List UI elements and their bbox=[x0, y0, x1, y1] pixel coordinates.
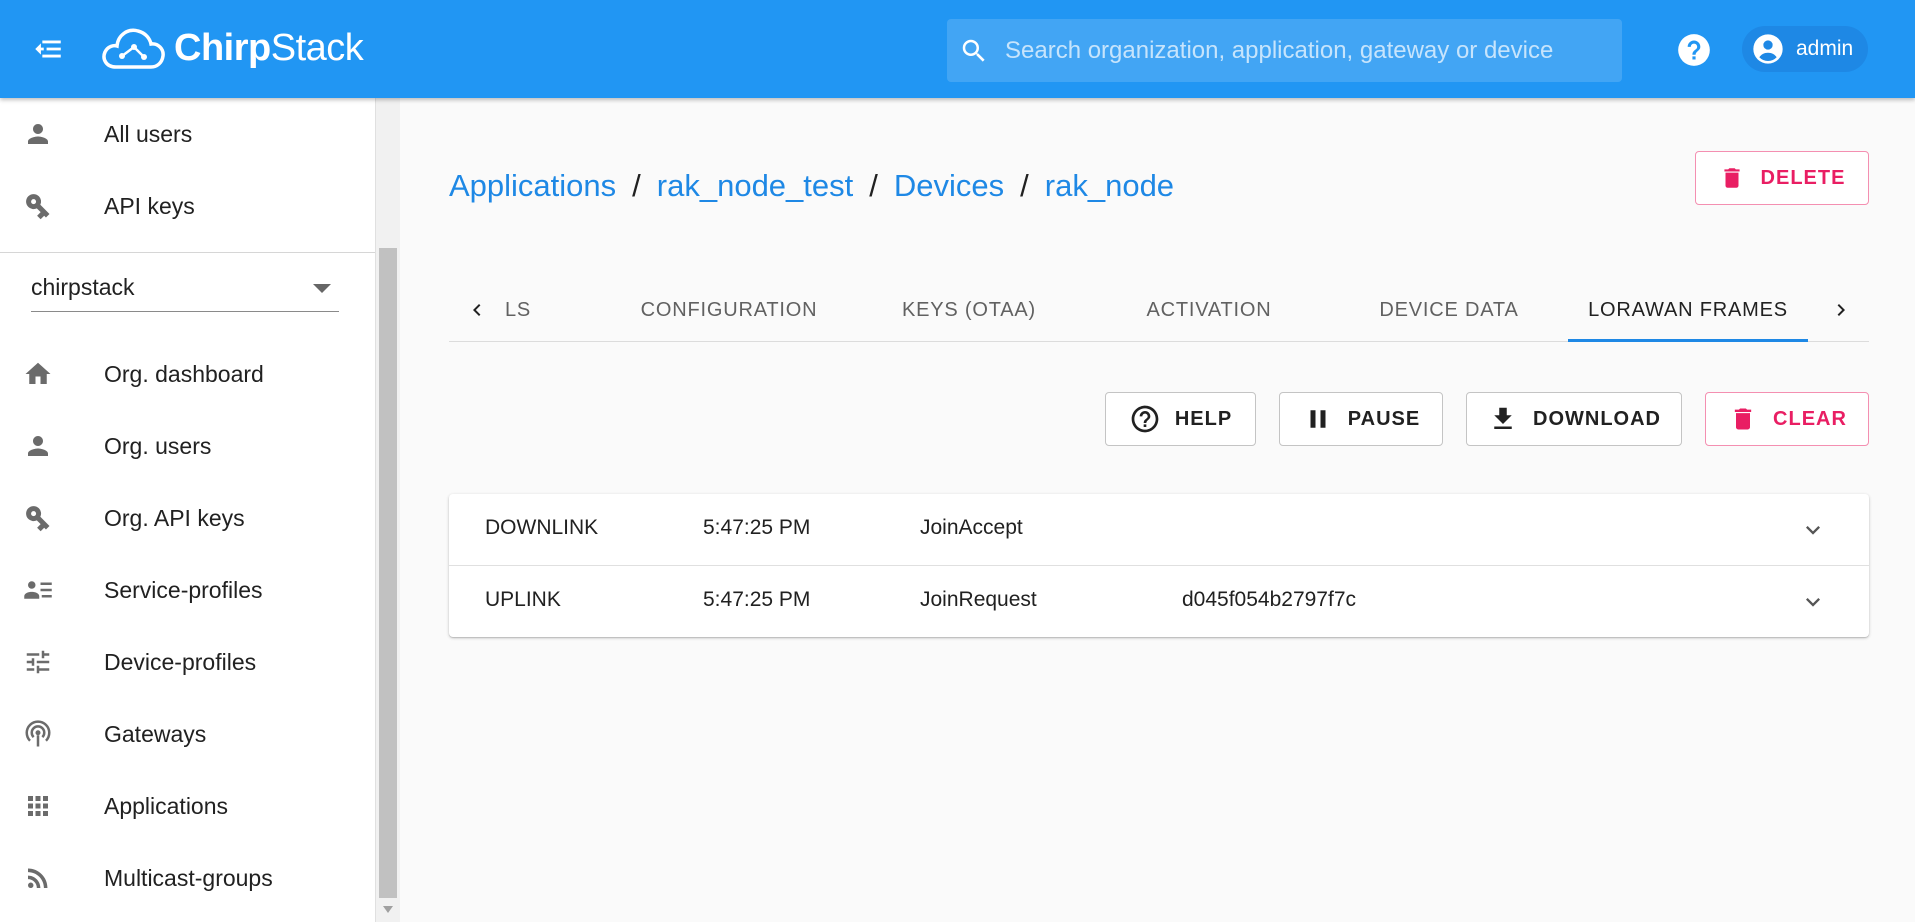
breadcrumb-separator: / bbox=[869, 168, 878, 203]
device-tabs: LS CONFIGURATION KEYS (OTAA) ACTIVATION … bbox=[449, 278, 1869, 342]
organization-select[interactable]: chirpstack bbox=[31, 266, 339, 312]
breadcrumb-device[interactable]: rak_node bbox=[1045, 168, 1174, 204]
expand-more-icon[interactable] bbox=[1797, 514, 1829, 546]
sidebar-item-label: API keys bbox=[104, 192, 195, 219]
sidebar-item-applications[interactable]: Applications bbox=[0, 770, 375, 842]
frame-row[interactable]: UPLINK 5:47:25 PM JoinRequest d045f054b2… bbox=[449, 565, 1869, 636]
breadcrumb: Applications / rak_node_test / Devices /… bbox=[449, 168, 1174, 204]
sidebar-item-label: Multicast-groups bbox=[104, 864, 273, 891]
clear-label: CLEAR bbox=[1773, 407, 1847, 430]
download-icon bbox=[1487, 403, 1519, 435]
sidebar-divider bbox=[0, 252, 375, 253]
search-icon bbox=[962, 39, 985, 62]
scroll-down-arrow-icon[interactable] bbox=[383, 906, 393, 913]
sidebar-item-org-api-keys[interactable]: Org. API keys bbox=[0, 482, 375, 554]
sidebar-item-org-dashboard[interactable]: Org. dashboard bbox=[0, 338, 375, 410]
breadcrumb-application[interactable]: rak_node_test bbox=[657, 168, 853, 204]
key-icon bbox=[22, 190, 54, 222]
sidebar-item-label: Org. API keys bbox=[104, 504, 245, 531]
search-input[interactable] bbox=[989, 19, 1622, 82]
frame-time: 5:47:25 PM bbox=[703, 516, 811, 539]
frame-direction: UPLINK bbox=[485, 588, 561, 611]
download-button[interactable]: DOWNLOAD bbox=[1466, 392, 1682, 446]
apps-icon bbox=[22, 790, 54, 822]
sidebar-scrollbar[interactable] bbox=[376, 98, 400, 922]
breadcrumb-separator: / bbox=[632, 168, 641, 203]
frame-time: 5:47:25 PM bbox=[703, 588, 811, 611]
tab-configuration[interactable]: CONFIGURATION bbox=[609, 278, 849, 342]
tab-keys-otaa[interactable]: KEYS (OTAA) bbox=[849, 278, 1089, 342]
breadcrumb-devices[interactable]: Devices bbox=[894, 168, 1004, 204]
active-tab-indicator bbox=[1568, 339, 1808, 342]
main-content: Applications / rak_node_test / Devices /… bbox=[400, 98, 1915, 922]
clear-button[interactable]: CLEAR bbox=[1705, 392, 1869, 446]
sidebar-item-label: Device-profiles bbox=[104, 648, 257, 675]
account-details-icon bbox=[22, 574, 54, 606]
sidebar-item-label: Org. users bbox=[104, 432, 212, 459]
breadcrumb-separator: / bbox=[1020, 168, 1029, 203]
chirpstack-logo[interactable]: ChirpStack bbox=[100, 20, 364, 76]
help-outline-icon bbox=[1129, 403, 1161, 435]
tabs-scroll-right-button[interactable] bbox=[1813, 278, 1869, 342]
key-icon bbox=[22, 502, 54, 534]
frame-type: JoinAccept bbox=[920, 516, 1023, 539]
account-circle-icon bbox=[1753, 34, 1783, 64]
sidebar-item-gateways[interactable]: Gateways bbox=[0, 698, 375, 770]
trash-icon bbox=[1723, 168, 1740, 188]
sidebar-item-label: Gateways bbox=[104, 720, 207, 747]
sidebar-item-label: All users bbox=[104, 120, 193, 147]
logo-text: ChirpStack bbox=[174, 26, 364, 69]
delete-button[interactable]: DELETE bbox=[1695, 151, 1869, 205]
delete-label: DELETE bbox=[1760, 166, 1846, 189]
chevron-left-icon bbox=[473, 304, 481, 316]
sidebar-item-label: Applications bbox=[104, 792, 229, 819]
tabs-scroll-left-button[interactable] bbox=[449, 278, 505, 342]
cloud-logo-icon bbox=[102, 28, 165, 69]
sidebar: All users API keys chirpstack Org. dashb… bbox=[0, 98, 376, 922]
frame-type: JoinRequest bbox=[920, 588, 1037, 611]
frame-direction: DOWNLINK bbox=[485, 516, 599, 539]
home-icon bbox=[22, 358, 54, 390]
chevron-right-icon bbox=[1837, 304, 1845, 316]
pause-icon bbox=[1302, 403, 1334, 435]
sidebar-item-label: Org. dashboard bbox=[104, 360, 264, 387]
tab-details[interactable]: LS bbox=[505, 278, 535, 342]
rss-icon bbox=[22, 862, 54, 894]
frame-row[interactable]: DOWNLINK 5:47:25 PM JoinAccept bbox=[449, 494, 1869, 565]
sidebar-item-device-profiles[interactable]: Device-profiles bbox=[0, 626, 375, 698]
username: admin bbox=[1796, 37, 1854, 60]
help-button[interactable]: HELP bbox=[1105, 392, 1256, 446]
breadcrumb-applications[interactable]: Applications bbox=[449, 168, 616, 204]
sidebar-item-multicast-groups[interactable]: Multicast-groups bbox=[0, 842, 375, 914]
top-app-bar: ChirpStack admin bbox=[0, 0, 1915, 98]
sidebar-item-service-profiles[interactable]: Service-profiles bbox=[0, 554, 375, 626]
person-icon bbox=[22, 430, 54, 462]
tune-icon bbox=[22, 646, 54, 678]
tab-lorawan-frames[interactable]: LORAWAN FRAMES bbox=[1568, 278, 1808, 342]
frame-dev-eui: d045f054b2797f7c bbox=[1182, 588, 1356, 611]
frames-list: DOWNLINK 5:47:25 PM JoinAccept UPLINK 5:… bbox=[449, 494, 1869, 637]
tab-activation[interactable]: ACTIVATION bbox=[1089, 278, 1329, 342]
tab-device-data[interactable]: DEVICE DATA bbox=[1329, 278, 1569, 342]
help-label: HELP bbox=[1174, 407, 1233, 430]
person-icon bbox=[22, 118, 54, 150]
user-menu-button[interactable]: admin bbox=[1742, 26, 1868, 72]
organization-select-value: chirpstack bbox=[31, 274, 135, 300]
collapse-menu-button[interactable] bbox=[28, 29, 68, 69]
sidebar-item-org-users[interactable]: Org. users bbox=[0, 410, 375, 482]
caret-down-icon bbox=[313, 284, 331, 293]
pause-button[interactable]: PAUSE bbox=[1279, 392, 1443, 446]
download-label: DOWNLOAD bbox=[1533, 407, 1661, 430]
expand-more-icon[interactable] bbox=[1797, 586, 1829, 618]
trash-icon bbox=[1727, 403, 1759, 435]
sidebar-item-label: Service-profiles bbox=[104, 576, 263, 603]
menu-back-icon bbox=[35, 40, 61, 58]
help-icon[interactable] bbox=[1675, 31, 1713, 69]
access-point-icon bbox=[22, 718, 54, 750]
search-bar bbox=[947, 19, 1622, 82]
pause-label: PAUSE bbox=[1347, 407, 1421, 430]
scrollbar-thumb[interactable] bbox=[379, 248, 397, 898]
sidebar-item-api-keys[interactable]: API keys bbox=[0, 170, 375, 242]
sidebar-item-all-users[interactable]: All users bbox=[0, 98, 375, 170]
